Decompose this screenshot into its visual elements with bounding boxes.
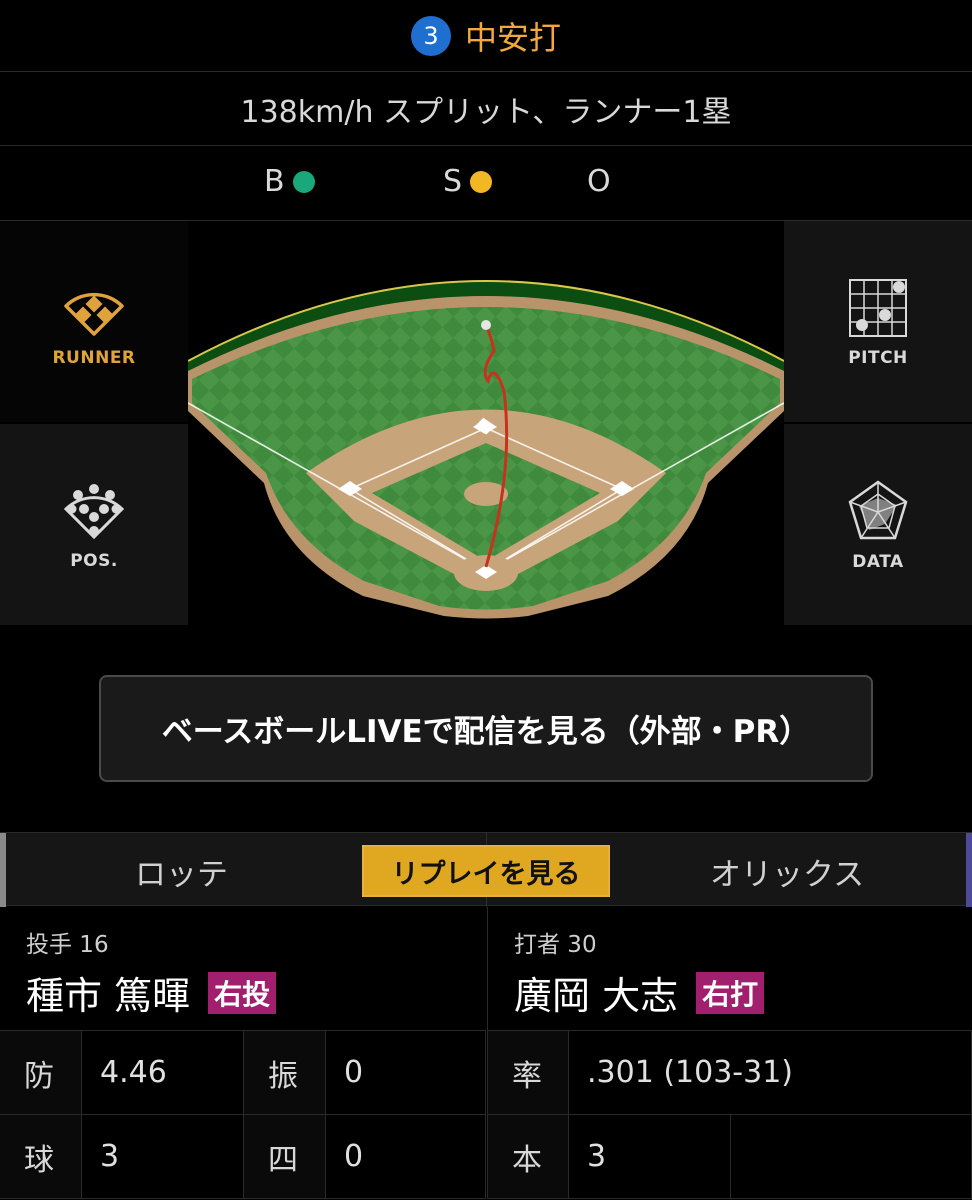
stat-empty [731, 1115, 972, 1199]
left-team-name[interactable]: ロッテ [135, 849, 228, 894]
stat-value: .301 (103-31) [569, 1031, 972, 1115]
runner-diamond-icon [64, 292, 124, 336]
out-label: O [587, 164, 611, 199]
stat-value: 0 [326, 1115, 486, 1199]
batter-name: 廣岡 大志 [514, 974, 679, 1018]
ball-dot [292, 170, 315, 193]
stat-label: 本 [487, 1115, 569, 1199]
watch-live-button[interactable]: ベースボールLIVEで配信を見る（外部・PR） [99, 675, 873, 782]
batter-role: 打者 30 [514, 932, 597, 958]
batter-hand-badge: 右打 [696, 971, 765, 1014]
stat-value: 0 [326, 1031, 486, 1115]
strike-zone-grid-icon [849, 278, 907, 337]
play-result: 中安打 [464, 18, 561, 57]
stat-value: 4.46 [82, 1031, 244, 1115]
ball-landing-point [481, 320, 491, 330]
stat-label: 振 [244, 1031, 326, 1115]
runner-view-label: RUNNER [52, 347, 136, 368]
stat-label: 防 [0, 1031, 82, 1115]
replay-button[interactable]: リプレイを見る [362, 845, 610, 897]
pitcher-stats: 防 4.46 振 0 球 3 四 0 [0, 1031, 486, 1200]
strike-dot [470, 170, 493, 193]
pitcher-hand-badge: 右投 [208, 971, 277, 1014]
stat-value: 3 [82, 1115, 244, 1199]
stat-label: 球 [0, 1115, 82, 1199]
radar-chart-icon [848, 479, 908, 539]
strike-label: S [443, 164, 463, 199]
data-view-button[interactable]: DATA [784, 424, 972, 625]
position-view-button[interactable]: POS. [0, 424, 188, 625]
position-view-label: POS. [70, 550, 118, 571]
pitch-view-label: PITCH [848, 347, 908, 368]
field-diagram [187, 221, 785, 625]
fielder-positions-icon [63, 483, 125, 539]
ball-label: B [264, 164, 285, 199]
right-team-color [966, 833, 972, 907]
pitcher-info[interactable]: 投手 16 種市 篤暉 右投 [0, 907, 486, 1031]
batter-stats: 率 .301 (103-31) 本 3 [487, 1031, 972, 1200]
right-team-name[interactable]: オリックス [710, 849, 864, 894]
count-indicator: B S O [0, 146, 972, 221]
team-bar: ロッテ リプレイを見る オリックス [0, 832, 972, 907]
batter-info[interactable]: 打者 30 廣岡 大志 右打 [487, 907, 972, 1031]
play-result-header: 3 中安打 [0, 0, 972, 72]
pitch-detail: 138km/h スプリット、ランナー1塁 [0, 72, 972, 146]
runner-view-button[interactable]: RUNNER [0, 221, 188, 422]
pitcher-role: 投手 16 [26, 932, 109, 958]
stat-value: 3 [569, 1115, 731, 1199]
data-view-label: DATA [852, 551, 904, 572]
pitch-view-button[interactable]: PITCH [784, 221, 972, 422]
inning-badge: 3 [410, 15, 451, 56]
ball-count: B [264, 164, 315, 199]
strike-count: S [443, 164, 493, 199]
stat-label: 四 [244, 1115, 326, 1199]
pitcher-name: 種市 篤暉 [26, 974, 191, 1018]
stat-label: 率 [487, 1031, 569, 1115]
left-team-color [0, 833, 6, 907]
out-count: O [587, 164, 611, 199]
